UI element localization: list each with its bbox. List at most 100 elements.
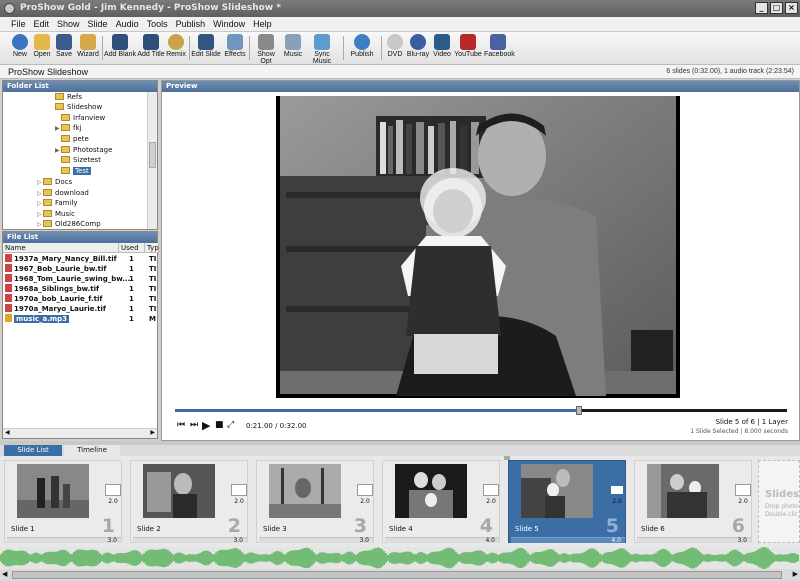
menu-show[interactable]: Show [54, 17, 83, 31]
folder-item-fkj[interactable]: fkj [61, 123, 81, 133]
transition-3-4[interactable]: 2.0 [355, 484, 375, 508]
slide-duration-bar [259, 537, 373, 543]
folder-icon [61, 156, 70, 163]
expand-arrow-icon[interactable]: ▷ [37, 200, 42, 207]
file-row[interactable]: 1937a_Mary_Nancy_Bill.tif 1 TI [5, 254, 156, 264]
folder-item-test[interactable]: Test [61, 166, 91, 176]
facebook-button[interactable]: Facebook [484, 34, 515, 64]
expand-arrow-icon[interactable]: ▷ [37, 211, 42, 218]
dropzone-hint-1: Drop photo [765, 503, 799, 510]
slide-list-scrollbar[interactable]: ◀ ▶ [0, 569, 800, 581]
folder-item-download[interactable]: download [43, 188, 89, 198]
scroll-thumb[interactable] [12, 571, 782, 579]
wizard-button[interactable]: Wizard [74, 34, 102, 64]
slide-thumbnail [521, 464, 593, 518]
edit-slide-button[interactable]: Edit Slide [191, 34, 221, 64]
music-button[interactable]: Music [282, 34, 304, 64]
skip-end-icon[interactable]: ⏭ [190, 420, 198, 430]
file-row[interactable]: 1970a_Maryo_Laurie.tif 1 TI [5, 304, 156, 314]
folder-item-sizetest[interactable]: Sizetest [61, 155, 101, 165]
file-row[interactable]: 1968_Tom_Laurie_swing_bw.... 1 TI [5, 274, 156, 284]
scroll-left-icon[interactable]: ◀ [2, 570, 7, 578]
transition-icon [231, 484, 247, 496]
folder-item-irfanview[interactable]: Irfanview [61, 113, 105, 123]
effects-button[interactable]: Effects [222, 34, 248, 64]
file-row[interactable]: 1967_Bob_Laurie_bw.tif 1 TI [5, 264, 156, 274]
tab-timeline[interactable]: Timeline [64, 445, 120, 456]
menu-slide[interactable]: Slide [85, 17, 111, 31]
expand-arrow-icon[interactable]: ▷ [37, 221, 42, 228]
remix-button[interactable]: Remix [165, 34, 187, 64]
add-title-button[interactable]: Add Title [137, 34, 165, 64]
expand-arrow-icon[interactable]: ▷ [37, 190, 42, 197]
stop-icon[interactable]: ■ [215, 420, 224, 430]
column-used[interactable]: Used [119, 243, 145, 253]
folder-item-refs[interactable]: Refs [55, 92, 82, 102]
folder-icon [61, 167, 70, 174]
preview-header: Preview [162, 81, 799, 92]
maximize-button[interactable]: □ [770, 2, 783, 14]
folder-item-pete[interactable]: pete [61, 134, 89, 144]
dvd-button[interactable]: DVD [384, 34, 406, 64]
file-row[interactable]: 1970a_bob_Laurie_f.tif 1 TI [5, 294, 156, 304]
column-type[interactable]: Typ [145, 243, 159, 253]
transition-4-5[interactable]: 2.0 [481, 484, 501, 508]
folder-item-slideshow[interactable]: Slideshow [55, 102, 102, 112]
preview-progress-fill [175, 409, 579, 412]
file-list-hscrollbar[interactable]: ◀ ▶ [3, 428, 157, 438]
video-button[interactable]: Video [430, 34, 454, 64]
scroll-right-icon[interactable]: ▶ [150, 429, 155, 436]
menu-edit[interactable]: Edit [31, 17, 53, 31]
show-options-button[interactable]: Show Opt [251, 34, 281, 65]
file-row[interactable]: 1968a_Siblings_bw.tif 1 TI [5, 284, 156, 294]
slide-thumbnail [269, 464, 341, 518]
audio-file-icon [5, 314, 12, 322]
youtube-button[interactable]: YouTube [454, 34, 482, 64]
play-icon[interactable]: ▶ [202, 419, 210, 432]
folder-item-photostage[interactable]: Photostage [61, 145, 112, 155]
transition-2-3[interactable]: 2.0 [229, 484, 249, 508]
edit-slide-icon [198, 34, 214, 50]
sync-music-button[interactable]: Sync Music [305, 34, 339, 65]
bluray-button[interactable]: Blu-ray [405, 34, 431, 64]
audio-track-waveform[interactable] [0, 546, 800, 570]
toolbar-separator [102, 36, 103, 60]
save-button[interactable]: Save [52, 34, 76, 64]
menu-help[interactable]: Help [250, 17, 275, 31]
app-logo-icon [4, 3, 15, 14]
folder-item-old286comp[interactable]: Old286Comp [43, 219, 101, 229]
fullscreen-icon[interactable]: ⤢ [227, 420, 234, 430]
add-slide-dropzone[interactable]: Slides Drop photo Double clic [758, 460, 800, 543]
folder-item-family[interactable]: Family [43, 198, 78, 208]
transition-5-6[interactable]: 2.0 [607, 484, 627, 508]
scroll-thumb[interactable] [149, 142, 156, 168]
menu-tools[interactable]: Tools [144, 17, 171, 31]
menu-window[interactable]: Window [210, 17, 248, 31]
transition-6-end[interactable]: 2.0 [733, 484, 753, 508]
transition-1-2[interactable]: 2.0 [103, 484, 123, 508]
menu-file[interactable]: File [8, 17, 29, 31]
expand-arrow-icon[interactable]: ▶ [55, 147, 60, 154]
slide-thumbnail [395, 464, 467, 518]
preview-progress-handle[interactable] [575, 406, 582, 415]
folder-item-music[interactable]: Music [43, 209, 75, 219]
folder-list-scrollbar[interactable] [147, 92, 157, 229]
expand-arrow-icon[interactable]: ▶ [55, 125, 60, 132]
column-name[interactable]: Name [3, 243, 119, 253]
menu-audio[interactable]: Audio [113, 17, 142, 31]
tab-slide-list[interactable]: Slide List [4, 445, 62, 456]
folder-item-docs[interactable]: Docs [43, 177, 72, 187]
file-row-selected[interactable]: music_a.mp3 1 M [5, 314, 156, 324]
minimize-button[interactable]: _ [755, 2, 768, 14]
toolbar-separator [249, 36, 250, 60]
scroll-left-icon[interactable]: ◀ [5, 429, 10, 436]
open-button[interactable]: Open [30, 34, 54, 64]
add-blank-button[interactable]: Add Blank [104, 34, 136, 64]
expand-arrow-icon[interactable]: ▷ [37, 179, 42, 186]
transition-icon [105, 484, 121, 496]
menu-publish[interactable]: Publish [173, 17, 209, 31]
close-button[interactable]: × [785, 2, 798, 14]
publish-button[interactable]: Publish [347, 34, 377, 64]
scroll-right-icon[interactable]: ▶ [793, 570, 798, 578]
skip-start-icon[interactable]: ⏮ [177, 420, 185, 430]
